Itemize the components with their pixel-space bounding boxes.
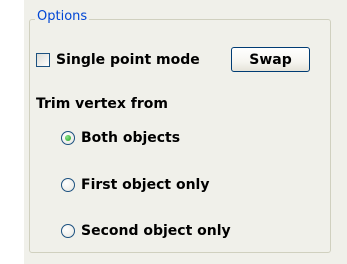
radio-second-object-only[interactable]: Second object only — [61, 223, 231, 239]
radio-both-objects-label: Both objects — [81, 130, 181, 146]
single-point-mode-row[interactable]: Single point mode — [36, 52, 200, 68]
radio-both-objects[interactable]: Both objects — [61, 130, 180, 146]
single-point-mode-checkbox[interactable] — [36, 53, 50, 67]
trim-vertex-label: Trim vertex from — [36, 96, 168, 112]
radio-both-objects-button[interactable] — [61, 131, 75, 145]
swap-button[interactable]: Swap — [231, 47, 310, 72]
options-legend: Options — [35, 9, 90, 25]
radio-first-object-only-label: First object only — [81, 177, 210, 193]
radio-second-object-only-label: Second object only — [81, 223, 231, 239]
single-point-mode-label: Single point mode — [56, 52, 200, 68]
radio-first-object-only[interactable]: First object only — [61, 177, 209, 193]
radio-first-object-only-button[interactable] — [61, 178, 75, 192]
radio-second-object-only-button[interactable] — [61, 224, 75, 238]
